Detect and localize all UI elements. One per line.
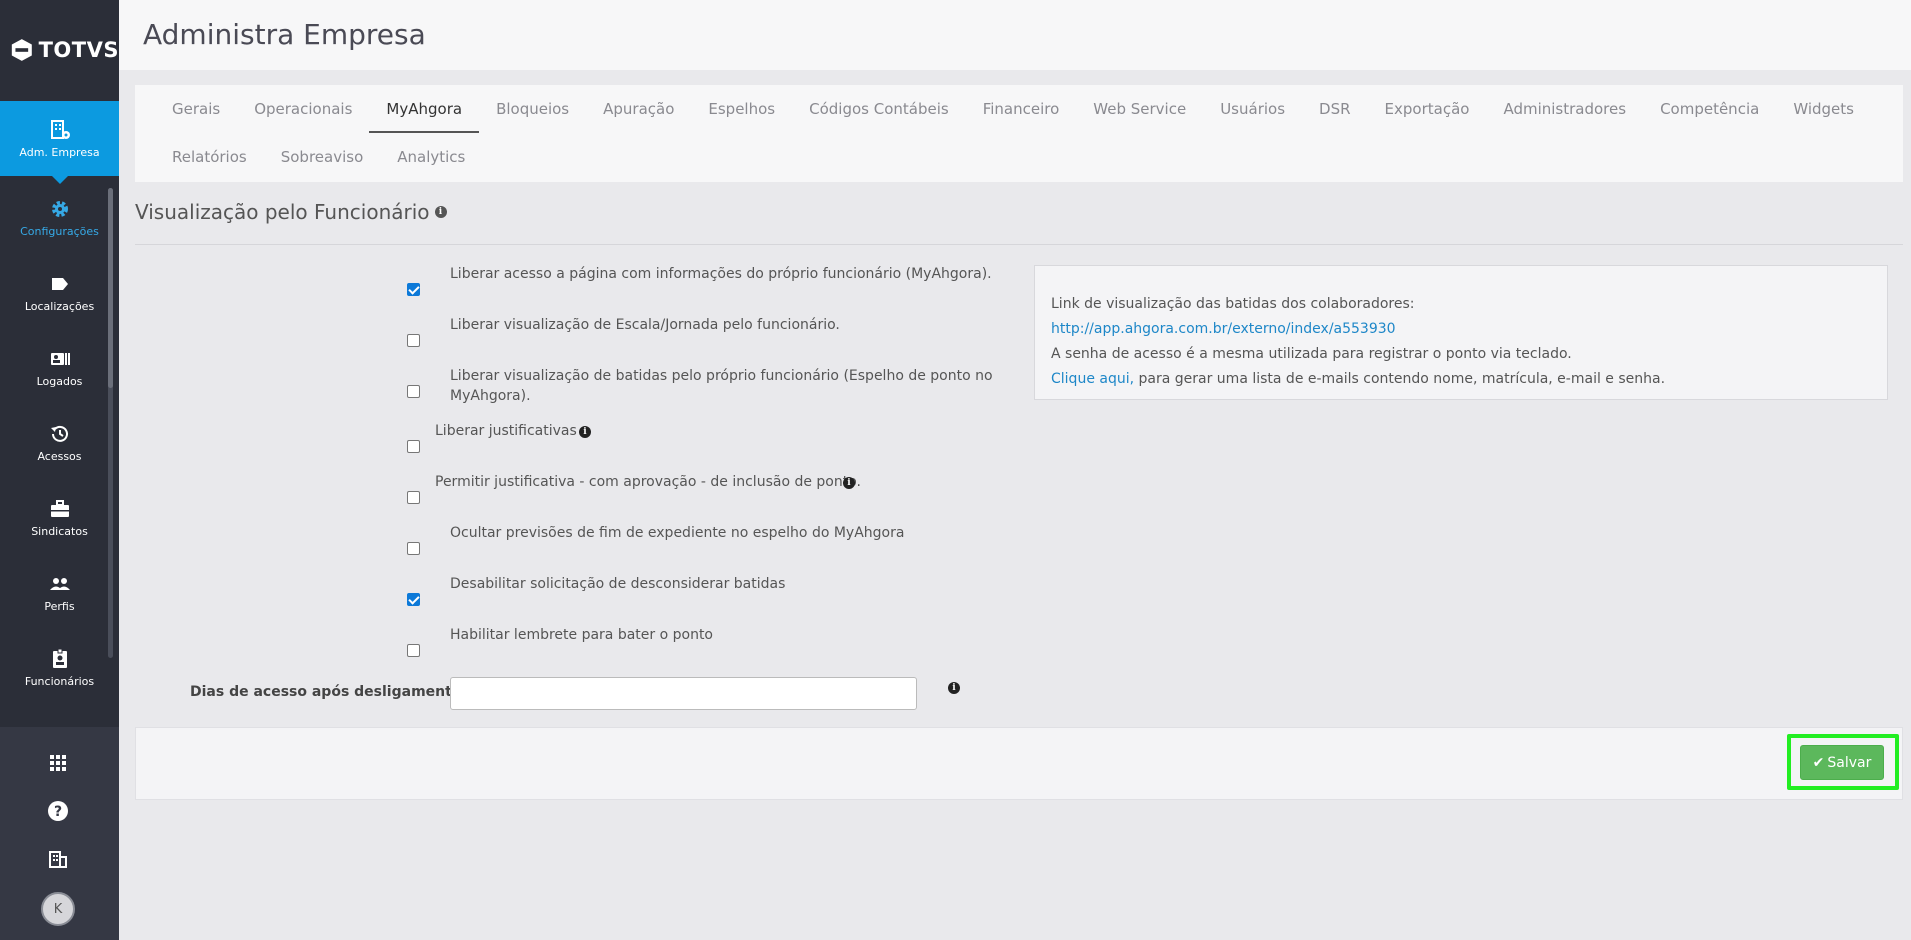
tab-web-service[interactable]: Web Service [1076, 85, 1203, 133]
nav-label: Configurações [20, 224, 99, 238]
tag-icon [51, 277, 68, 290]
nav-label: Sindicatos [31, 524, 88, 538]
option-label: Liberar visualização de Escala/Jornada p… [450, 317, 840, 333]
nav-acessos[interactable]: Acessos [0, 405, 119, 480]
info-icon[interactable]: i [948, 682, 960, 694]
history-icon [50, 425, 68, 442]
nav-logados[interactable]: Logados [0, 330, 119, 405]
info-box: Link de visualização das batidas dos col… [1034, 265, 1888, 400]
nav-label: Logados [36, 374, 83, 388]
option-checkbox-lembrete-ponto[interactable] [407, 644, 420, 657]
section-title-text: Visualização pelo Funcionário [135, 200, 430, 224]
sidebar-scrollbar[interactable] [108, 188, 113, 658]
option-label: Desabilitar solicitação de desconsiderar… [450, 576, 786, 592]
external-link[interactable]: http://app.ahgora.com.br/externo/index/a… [1051, 321, 1396, 337]
nav-funcionarios[interactable]: Funcionários [0, 630, 119, 705]
tab-analytics[interactable]: Analytics [380, 133, 482, 181]
info-box-line: para gerar uma lista de e-mails contendo… [1134, 371, 1666, 387]
company-admin-icon [50, 119, 70, 139]
sidebar-scrollbar-thumb[interactable] [108, 188, 113, 388]
tab-sobreaviso[interactable]: Sobreaviso [264, 133, 381, 181]
badge-icon [52, 648, 67, 668]
dias-acesso-input[interactable] [450, 677, 917, 710]
tab-bloqueios[interactable]: Bloqueios [479, 85, 586, 133]
save-button-label: Salvar [1827, 754, 1872, 771]
check-icon: ✔ [1812, 754, 1825, 771]
nav-localizacoes[interactable]: Localizações [0, 255, 119, 330]
nav-configuracoes[interactable]: Configurações [0, 180, 119, 255]
tab-bar: Gerais Operacionais MyAhgora Bloqueios A… [135, 85, 1903, 182]
gear-icon [51, 200, 68, 217]
tab-gerais[interactable]: Gerais [155, 85, 237, 133]
page-header: Administra Empresa [119, 0, 1911, 70]
building-icon[interactable] [46, 847, 70, 871]
help-icon[interactable]: ? [46, 799, 70, 823]
option-label: Liberar justificativas [435, 423, 577, 439]
page-title: Administra Empresa [143, 18, 426, 51]
totvs-logo-icon [11, 39, 32, 61]
sidebar-bottom: ? K [0, 727, 119, 940]
tab-exportacao[interactable]: Exportação [1368, 85, 1487, 133]
nav-label: Funcionários [24, 674, 95, 688]
id-card-icon [50, 352, 70, 365]
info-box-line: Link de visualização das batidas dos col… [1051, 296, 1415, 312]
option-checkbox-escala-jornada[interactable] [407, 334, 420, 347]
sidebar: TOTVS Adm. Empresa Configurações Localiz… [0, 0, 119, 940]
tab-financeiro[interactable]: Financeiro [966, 85, 1077, 133]
option-label: Ocultar previsões de fim de expediente n… [450, 525, 905, 541]
tab-apuracao[interactable]: Apuração [586, 85, 691, 133]
svg-text:?: ? [54, 804, 62, 820]
option-label: Habilitar lembrete para bater o ponto [450, 627, 713, 643]
avatar[interactable]: K [41, 892, 75, 926]
nav-label: Adm. Empresa [19, 145, 100, 159]
info-icon[interactable]: i [579, 426, 591, 438]
users-icon [49, 577, 70, 590]
apps-grid-icon[interactable] [46, 751, 70, 775]
option-checkbox-justificativas[interactable] [407, 440, 420, 453]
tab-competencia[interactable]: Competência [1643, 85, 1776, 133]
click-here-link[interactable]: Clique aqui, [1051, 371, 1134, 387]
option-checkbox-batidas[interactable] [407, 385, 420, 398]
info-icon[interactable]: i [843, 477, 855, 489]
option-label: Permitir justificativa - com aprovação -… [435, 474, 861, 490]
tab-widgets[interactable]: Widgets [1776, 85, 1871, 133]
tab-myahgora[interactable]: MyAhgora [369, 85, 480, 133]
option-checkbox-ocultar-previsoes[interactable] [407, 542, 420, 555]
section-divider [135, 244, 1903, 245]
nav-label: Perfis [44, 599, 75, 613]
option-label: Liberar acesso a página com informações … [450, 266, 992, 282]
logo-text: TOTVS [38, 38, 119, 62]
save-button[interactable]: ✔ Salvar [1800, 745, 1884, 780]
tab-codigos-contabeis[interactable]: Códigos Contábeis [792, 85, 966, 133]
nav-perfis[interactable]: Perfis [0, 555, 119, 630]
tab-administradores[interactable]: Administradores [1486, 85, 1643, 133]
nav-sindicatos[interactable]: Sindicatos [0, 480, 119, 555]
option-checkbox-desconsiderar-batidas[interactable] [407, 593, 420, 606]
nav-adm-empresa[interactable]: Adm. Empresa [0, 101, 119, 184]
option-checkbox-myahgora-access[interactable] [407, 283, 420, 296]
tab-espelhos[interactable]: Espelhos [691, 85, 792, 133]
info-box-line: A senha de acesso é a mesma utilizada pa… [1051, 346, 1572, 362]
nav-label: Localizações [24, 299, 95, 313]
info-icon[interactable]: i [434, 206, 447, 218]
tab-operacionais[interactable]: Operacionais [237, 85, 369, 133]
field-label: Dias de acesso após desligamento [190, 684, 462, 700]
nav-label: Acessos [37, 449, 82, 463]
briefcase-icon [50, 499, 69, 517]
tab-usuarios[interactable]: Usuários [1203, 85, 1302, 133]
nav-list: Configurações Localizações Logados Acess… [0, 180, 119, 705]
option-label: Liberar visualização de batidas pelo pró… [450, 368, 993, 404]
tab-dsr[interactable]: DSR [1302, 85, 1368, 133]
option-checkbox-justificativa-inclusao[interactable] [407, 491, 420, 504]
tab-relatorios[interactable]: Relatórios [155, 133, 264, 181]
totvs-logo[interactable]: TOTVS [0, 0, 119, 100]
section-title: Visualização pelo Funcionário i [135, 200, 447, 224]
form-footer [135, 727, 1903, 800]
